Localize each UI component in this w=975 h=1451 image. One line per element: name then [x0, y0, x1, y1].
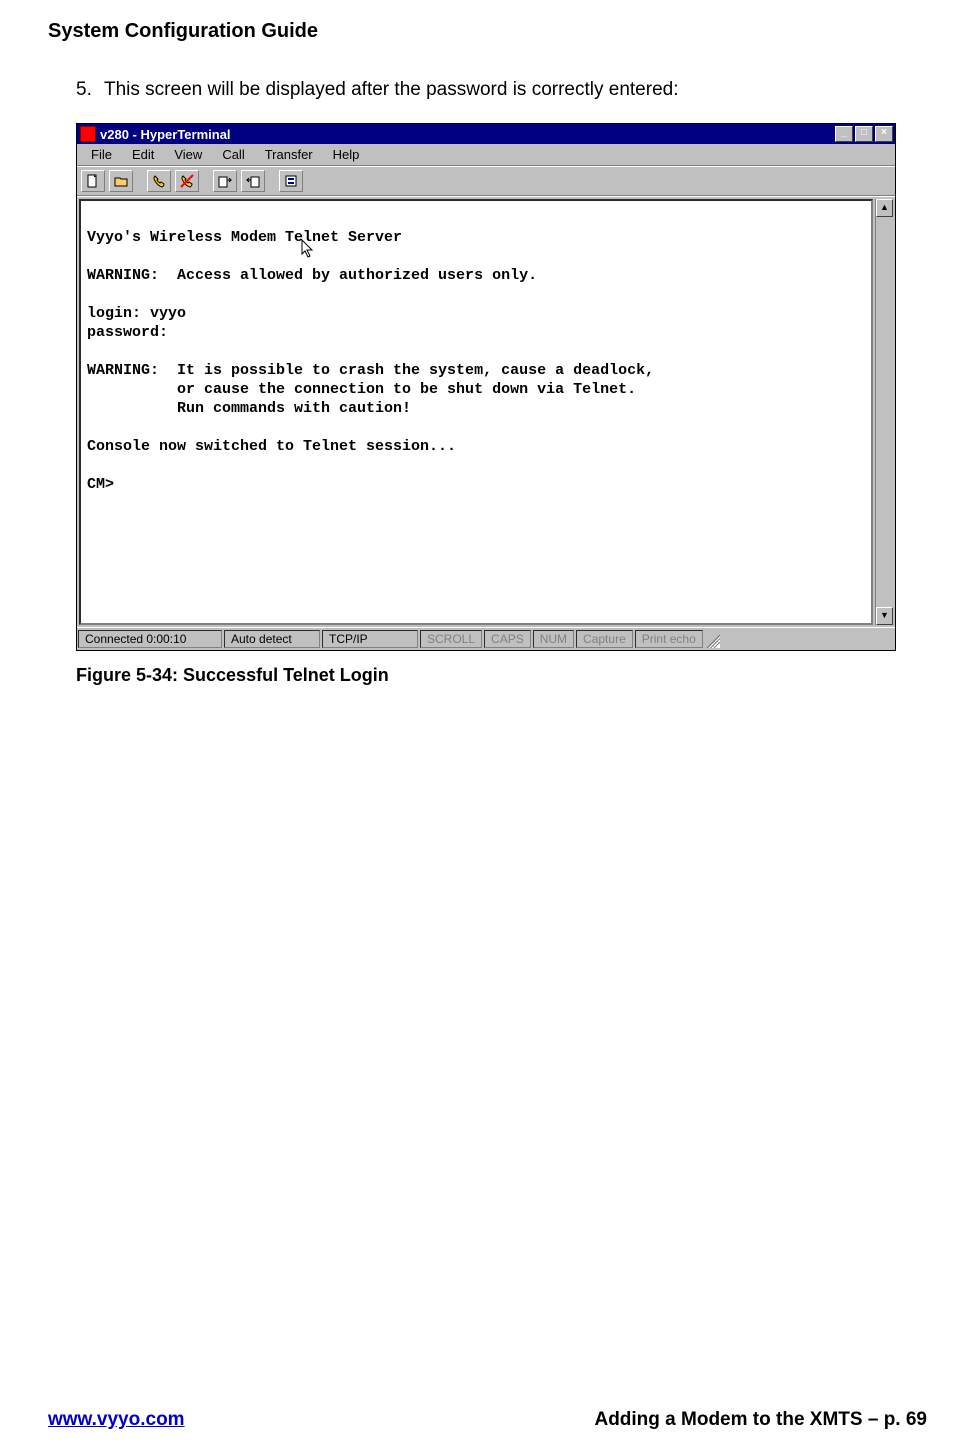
- status-protocol: TCP/IP: [322, 630, 418, 648]
- status-autodetect: Auto detect: [224, 630, 320, 648]
- properties-icon[interactable]: [279, 170, 303, 192]
- status-caps: CAPS: [484, 630, 531, 648]
- send-icon[interactable]: [213, 170, 237, 192]
- status-scroll: SCROLL: [420, 630, 482, 648]
- scroll-down-button[interactable]: ▼: [876, 607, 893, 625]
- window-title: v280 - HyperTerminal: [100, 127, 231, 142]
- menu-call[interactable]: Call: [212, 146, 254, 163]
- hyperterminal-window: v280 - HyperTerminal _ □ × File Edit Vie…: [76, 123, 896, 651]
- titlebar[interactable]: v280 - HyperTerminal _ □ ×: [77, 124, 895, 144]
- figure-caption: Figure 5-34: Successful Telnet Login: [76, 665, 927, 686]
- menu-view[interactable]: View: [164, 146, 212, 163]
- receive-icon[interactable]: [241, 170, 265, 192]
- status-num: NUM: [533, 630, 574, 648]
- close-button[interactable]: ×: [875, 126, 893, 142]
- menu-help[interactable]: Help: [323, 146, 370, 163]
- menu-transfer[interactable]: Transfer: [255, 146, 323, 163]
- doc-header: System Configuration Guide: [48, 20, 927, 43]
- terminal-text: Vyyo's Wireless Modem Telnet Server WARN…: [81, 201, 871, 502]
- menu-edit[interactable]: Edit: [122, 146, 164, 163]
- status-echo: Print echo: [635, 630, 703, 648]
- toolbar: [77, 166, 895, 196]
- step-line: 5.This screen will be displayed after th…: [76, 79, 927, 101]
- resize-grip-icon[interactable]: [704, 630, 720, 648]
- menu-file[interactable]: File: [81, 146, 122, 163]
- open-icon[interactable]: [109, 170, 133, 192]
- vertical-scrollbar[interactable]: ▲ ▼: [875, 199, 893, 625]
- minimize-button[interactable]: _: [835, 126, 853, 142]
- disconnect-icon[interactable]: [175, 170, 199, 192]
- app-icon: [80, 126, 96, 142]
- footer-page-info: Adding a Modem to the XMTS – p. 69: [594, 1409, 927, 1431]
- menubar: File Edit View Call Transfer Help: [77, 144, 895, 166]
- status-connected: Connected 0:00:10: [78, 630, 222, 648]
- terminal-area[interactable]: Vyyo's Wireless Modem Telnet Server WARN…: [79, 199, 873, 625]
- maximize-button[interactable]: □: [855, 126, 873, 142]
- step-text: This screen will be displayed after the …: [104, 79, 678, 100]
- statusbar: Connected 0:00:10 Auto detect TCP/IP SCR…: [77, 627, 895, 650]
- scroll-up-button[interactable]: ▲: [876, 199, 893, 217]
- new-icon[interactable]: [81, 170, 105, 192]
- call-icon[interactable]: [147, 170, 171, 192]
- status-capture: Capture: [576, 630, 633, 648]
- footer-link[interactable]: www.vyyo.com: [48, 1409, 185, 1431]
- step-number: 5.: [76, 79, 104, 101]
